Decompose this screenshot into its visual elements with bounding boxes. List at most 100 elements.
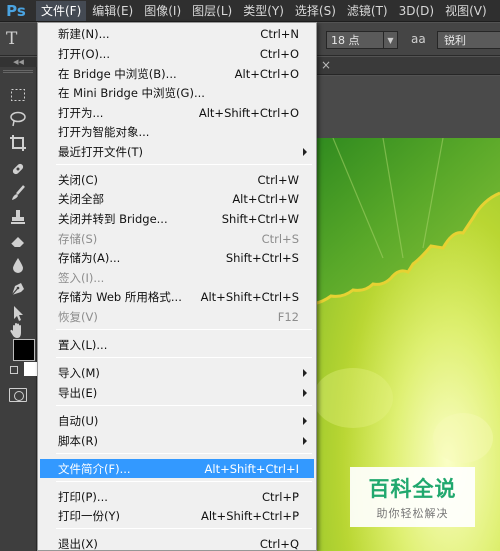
menu-item-import[interactable]: 导入(M) — [40, 363, 314, 382]
chevron-down-icon[interactable]: ▼ — [383, 32, 397, 48]
menu-item-browse-in-mini-bridge[interactable]: 在 Mini Bridge 中浏览(G)... — [40, 83, 314, 102]
menu-item-label: 退出(X) — [58, 536, 98, 551]
menu-item-label: 在 Mini Bridge 中浏览(G)... — [58, 85, 205, 100]
menu-item-label: 打开为... — [58, 105, 104, 120]
menu-separator — [56, 329, 312, 330]
workspace-gap — [313, 76, 500, 138]
healing-brush-icon[interactable] — [8, 159, 28, 179]
menu-item-save-as[interactable]: 存储为(A)... Shift+Ctrl+S — [40, 248, 314, 267]
menu-item-open-recent[interactable]: 最近打开文件(T) — [40, 142, 314, 161]
menu-item-label: 打印一份(Y) — [58, 508, 120, 523]
menu-item-label: 打印(P)... — [58, 489, 108, 504]
clone-stamp-icon[interactable] — [8, 207, 28, 227]
menu-item-shortcut: Alt+Ctrl+W — [232, 191, 299, 206]
submenu-arrow-icon — [303, 389, 307, 397]
menu-item-new[interactable]: 新建(N)... Ctrl+N — [40, 24, 314, 43]
menu-item-automate[interactable]: 自动(U) — [40, 411, 314, 430]
foreground-color-swatch[interactable] — [13, 339, 35, 361]
menu-item-close[interactable]: 关闭(C) Ctrl+W — [40, 170, 314, 189]
marquee-icon[interactable] — [8, 85, 28, 105]
background-color-swatch[interactable] — [24, 362, 37, 376]
menu-item-label: 关闭并转到 Bridge... — [58, 211, 168, 226]
menu-separator — [56, 405, 312, 406]
watermark: 百科全说 助你轻松解决 — [350, 467, 475, 527]
menu-item-shortcut: Alt+Shift+Ctrl+S — [200, 289, 299, 304]
menu-3d[interactable]: 3D(D) — [394, 1, 439, 21]
submenu-arrow-icon — [303, 148, 307, 156]
menu-item-label: 恢复(V) — [58, 309, 98, 324]
menu-item-shortcut: Ctrl+S — [261, 231, 299, 246]
menu-separator — [56, 481, 312, 482]
close-icon[interactable]: × — [321, 58, 331, 72]
menu-item-open-as-smart-object[interactable]: 打开为智能对象... — [40, 122, 314, 141]
menu-item-save[interactable]: 存储(S) Ctrl+S — [40, 229, 314, 248]
menu-item-label: 关闭(C) — [58, 172, 99, 187]
default-colors-icon[interactable] — [10, 366, 18, 374]
menu-item-revert[interactable]: 恢复(V) F12 — [40, 307, 314, 326]
brush-icon[interactable] — [8, 183, 28, 203]
pen-icon[interactable] — [8, 279, 28, 299]
menu-item-shortcut: Ctrl+O — [259, 46, 299, 61]
menu-item-label: 最近打开文件(T) — [58, 144, 143, 159]
menu-item-close-and-go-to-bridge[interactable]: 关闭并转到 Bridge... Shift+Ctrl+W — [40, 209, 314, 228]
menu-separator — [56, 357, 312, 358]
quick-mask-icon[interactable] — [9, 388, 27, 402]
menu-filter[interactable]: 滤镜(T) — [342, 1, 393, 21]
menu-item-label: 自动(U) — [58, 413, 99, 428]
menu-view[interactable]: 视图(V) — [440, 1, 492, 21]
watermark-subtitle: 助你轻松解决 — [376, 507, 449, 520]
watermark-title: 百科全说 — [368, 477, 457, 501]
menu-image[interactable]: 图像(I) — [139, 1, 186, 21]
menu-item-label: 新建(N)... — [58, 26, 110, 41]
menu-separator — [56, 164, 312, 165]
menu-item-place[interactable]: 置入(L)... — [40, 335, 314, 354]
menu-item-shortcut: Ctrl+P — [261, 489, 299, 504]
crop-icon[interactable] — [8, 133, 28, 153]
menu-item-browse-in-bridge[interactable]: 在 Bridge 中浏览(B)... Alt+Ctrl+O — [40, 64, 314, 83]
menu-item-label: 存储为 Web 所用格式... — [58, 289, 182, 304]
menu-item-label: 签入(I)... — [58, 270, 105, 285]
menu-item-label: 存储为(A)... — [58, 250, 121, 265]
menu-item-print-one-copy[interactable]: 打印一份(Y) Alt+Shift+Ctrl+P — [40, 506, 314, 525]
tools-panel: ◀◀ — [0, 57, 37, 551]
menu-item-shortcut: Alt+Shift+Ctrl+I — [204, 461, 299, 476]
hand-icon[interactable] — [8, 320, 28, 340]
font-size-select[interactable]: 18 点 ▼ — [326, 31, 398, 49]
antialias-select[interactable]: 锐利 — [437, 31, 500, 49]
menu-type[interactable]: 类型(Y) — [238, 1, 289, 21]
menu-item-exit[interactable]: 退出(X) Ctrl+Q — [40, 534, 314, 551]
type-tool-icon[interactable]: T — [6, 29, 28, 49]
menu-layer[interactable]: 图层(L) — [187, 1, 237, 21]
submenu-arrow-icon — [303, 437, 307, 445]
menu-item-file-info[interactable]: 文件简介(F)... Alt+Shift+Ctrl+I — [40, 459, 314, 478]
antialias-icon: aa — [411, 32, 426, 46]
menu-item-save-for-web[interactable]: 存储为 Web 所用格式... Alt+Shift+Ctrl+S — [40, 287, 314, 306]
menu-item-check-in[interactable]: 签入(I)... — [40, 268, 314, 287]
menu-item-shortcut: Alt+Ctrl+O — [234, 66, 299, 81]
menu-item-shortcut: Ctrl+W — [257, 172, 299, 187]
collapse-panel-icon[interactable]: ◀◀ — [0, 57, 37, 67]
panel-grip[interactable] — [3, 70, 33, 73]
blur-icon[interactable] — [8, 255, 28, 275]
menu-item-shortcut: Alt+Shift+Ctrl+P — [200, 508, 299, 523]
menu-item-shortcut: Shift+Ctrl+W — [221, 211, 299, 226]
menu-item-open[interactable]: 打开(O)... Ctrl+O — [40, 44, 314, 63]
submenu-arrow-icon — [303, 417, 307, 425]
font-size-value: 18 点 — [331, 34, 360, 47]
lasso-icon[interactable] — [8, 109, 28, 129]
menu-item-scripts[interactable]: 脚本(R) — [40, 431, 314, 450]
document-tab[interactable]: × — [313, 57, 500, 75]
eraser-icon[interactable] — [8, 231, 28, 251]
menu-item-shortcut: Alt+Shift+Ctrl+O — [198, 105, 299, 120]
menu-item-label: 关闭全部 — [58, 191, 104, 206]
submenu-arrow-icon — [303, 369, 307, 377]
menu-select[interactable]: 选择(S) — [290, 1, 341, 21]
menu-file[interactable]: 文件(F) — [36, 0, 87, 21]
menu-item-close-all[interactable]: 关闭全部 Alt+Ctrl+W — [40, 189, 314, 208]
menu-separator — [56, 453, 312, 454]
menu-edit[interactable]: 编辑(E) — [87, 1, 138, 21]
menu-item-print[interactable]: 打印(P)... Ctrl+P — [40, 487, 314, 506]
menu-item-export[interactable]: 导出(E) — [40, 383, 314, 402]
menu-item-open-as[interactable]: 打开为... Alt+Shift+Ctrl+O — [40, 103, 314, 122]
menu-item-shortcut: F12 — [277, 309, 299, 324]
